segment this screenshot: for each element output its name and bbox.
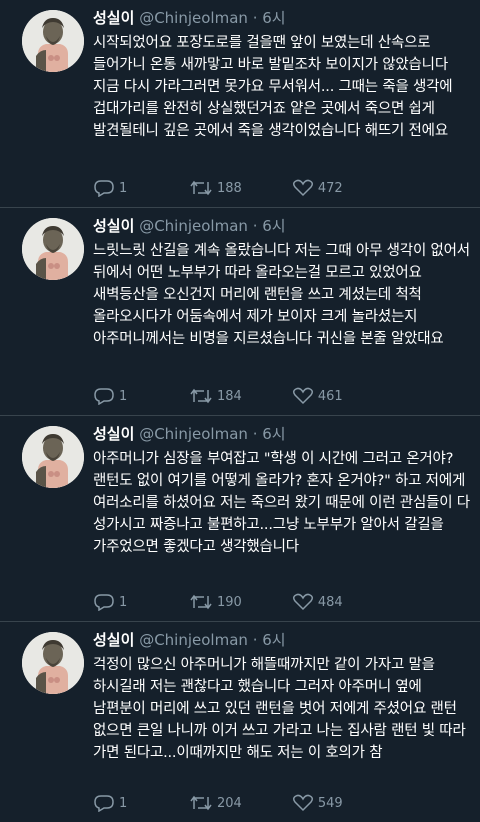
separator-dot: · (252, 425, 258, 443)
timeline: 성실이 @Chinjeolman · 6시 시작되었어요 포장도로를 걸을땐 앞… (0, 0, 480, 822)
display-name[interactable]: 성실이 (93, 217, 134, 235)
display-name[interactable]: 성실이 (93, 425, 134, 443)
reply-button[interactable]: 1 (93, 794, 139, 812)
retweet-icon (190, 594, 212, 610)
like-button[interactable]: 484 (292, 593, 343, 611)
user-handle[interactable]: @Chinjeolman (139, 631, 248, 649)
reply-count: 1 (119, 180, 128, 196)
separator-dot: · (252, 631, 258, 649)
reply-icon (94, 594, 114, 611)
like-button[interactable]: 549 (292, 794, 343, 812)
like-count: 461 (317, 388, 343, 404)
tweet[interactable]: 성실이 @Chinjeolman · 6시 걱정이 많으신 아주머니가 해뜰때까… (0, 622, 480, 822)
like-button[interactable]: 461 (292, 387, 343, 405)
user-handle[interactable]: @Chinjeolman (139, 425, 248, 443)
reply-icon (94, 795, 114, 812)
tweet-actions: 1 188 472 (93, 179, 393, 197)
retweet-icon (190, 795, 212, 811)
statue-avatar-icon (22, 10, 84, 72)
tweet-actions: 1 190 484 (93, 593, 393, 611)
user-handle[interactable]: @Chinjeolman (139, 9, 248, 27)
retweet-count: 184 (217, 388, 242, 404)
display-name[interactable]: 성실이 (93, 9, 134, 27)
retweet-count: 204 (217, 795, 242, 811)
retweet-button[interactable]: 190 (189, 593, 242, 611)
timestamp[interactable]: 6시 (262, 631, 285, 649)
retweet-count: 188 (217, 180, 242, 196)
avatar[interactable] (22, 218, 84, 280)
tweet-text: 걱정이 많으신 아주머니가 해뜰때까지만 같이 가자고 말을 하시길래 저는 괜… (93, 657, 466, 761)
reply-button[interactable]: 1 (93, 593, 139, 611)
reply-count: 1 (119, 795, 128, 811)
tweet-actions: 1 184 461 (93, 387, 393, 405)
timestamp[interactable]: 6시 (262, 425, 285, 443)
timestamp[interactable]: 6시 (262, 217, 285, 235)
tweet[interactable]: 성실이 @Chinjeolman · 6시 아주머니가 심장을 부여잡고 "학생… (0, 416, 480, 622)
heart-icon (292, 593, 313, 611)
separator-dot: · (252, 217, 258, 235)
retweet-icon (190, 180, 212, 196)
tweet[interactable]: 성실이 @Chinjeolman · 6시 시작되었어요 포장도로를 걸을땐 앞… (0, 0, 480, 208)
retweet-button[interactable]: 204 (189, 794, 242, 812)
tweet-text: 시작되었어요 포장도로를 걸을땐 앞이 보였는데 산속으로 들어가니 온통 새까… (93, 35, 453, 139)
user-handle[interactable]: @Chinjeolman (139, 217, 248, 235)
reply-count: 1 (119, 594, 128, 610)
avatar[interactable] (22, 632, 84, 694)
avatar[interactable] (22, 10, 84, 72)
statue-avatar-icon (22, 218, 84, 280)
reply-button[interactable]: 1 (93, 387, 139, 405)
tweet-text: 느릿느릿 산길을 계속 올랐습니다 저는 그때 아무 생각이 없어서 뒤에서 어… (93, 243, 470, 347)
display-name[interactable]: 성실이 (93, 631, 134, 649)
retweet-icon (190, 388, 212, 404)
separator-dot: · (252, 9, 258, 27)
tweet-text: 아주머니가 심장을 부여잡고 "학생 이 시간에 그러고 온거야? 랜턴도 없이… (93, 451, 470, 555)
tweet-actions: 1 204 549 (93, 794, 393, 812)
statue-avatar-icon (22, 632, 84, 694)
retweet-button[interactable]: 188 (189, 179, 242, 197)
heart-icon (292, 794, 313, 812)
like-count: 484 (317, 594, 343, 610)
avatar[interactable] (22, 426, 84, 488)
reply-icon (94, 180, 114, 197)
retweet-count: 190 (217, 594, 242, 610)
heart-icon (292, 387, 313, 405)
like-count: 549 (317, 795, 343, 811)
like-button[interactable]: 472 (292, 179, 343, 197)
reply-icon (94, 388, 114, 405)
reply-button[interactable]: 1 (93, 179, 139, 197)
like-count: 472 (317, 180, 343, 196)
heart-icon (292, 179, 313, 197)
reply-count: 1 (119, 388, 128, 404)
retweet-button[interactable]: 184 (189, 387, 242, 405)
statue-avatar-icon (22, 426, 84, 488)
timestamp[interactable]: 6시 (262, 9, 285, 27)
tweet[interactable]: 성실이 @Chinjeolman · 6시 느릿느릿 산길을 계속 올랐습니다 … (0, 208, 480, 416)
